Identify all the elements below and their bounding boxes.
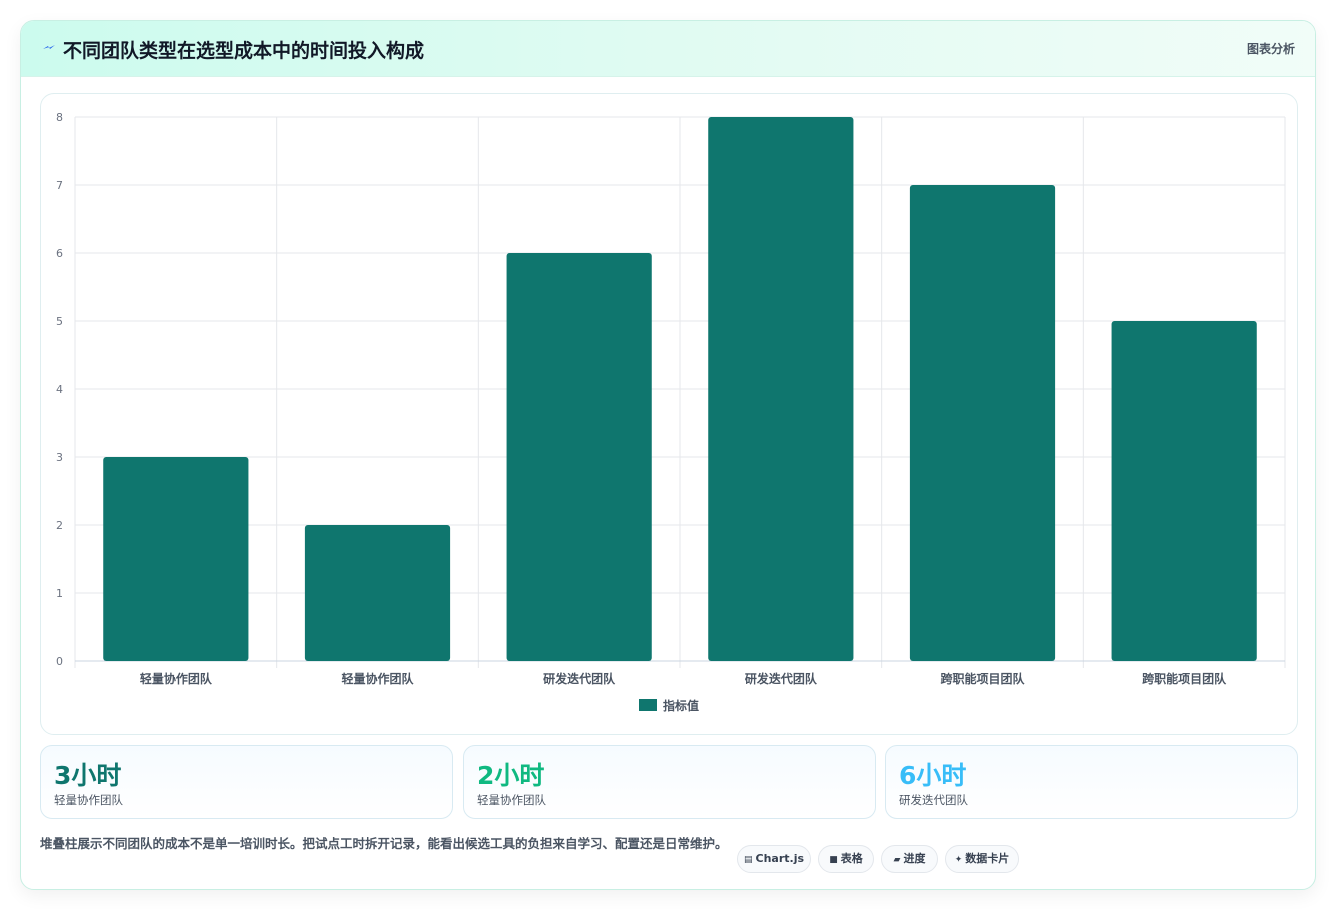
tag-label: 数据卡片 [965, 852, 1010, 865]
chart-description: 堆叠柱展示不同团队的成本不是单一培训时长。把试点工时拆开记录，能看出候选工具的负… [40, 836, 728, 851]
bar [103, 457, 249, 661]
tag-label: Chart.js [755, 852, 805, 865]
progress-icon: ▰ [893, 855, 901, 865]
lightning-icon [43, 45, 55, 49]
chart-analysis-link[interactable]: 图表分析 [1247, 40, 1295, 57]
tag-chartjs[interactable]: ▤ Chart.js [737, 845, 811, 873]
chart-panel: 0 1 2 3 4 5 6 7 8 轻量协作团队 轻量协作团队 研发迭代团队 研发迭代团队 跨职能项目团队… [40, 93, 1298, 735]
y-tick-label: 1 [56, 587, 63, 600]
y-tick-label: 6 [56, 247, 63, 260]
y-tick-label: 4 [56, 383, 63, 396]
stat-card-2: 2小时 轻量协作团队 [463, 745, 876, 819]
stat-value: 6小时 [899, 761, 967, 790]
bar [708, 117, 854, 661]
stat-label: 轻量协作团队 [477, 793, 546, 807]
bar [304, 525, 451, 661]
bar [1111, 321, 1257, 661]
x-tick-label: 轻量协作团队 [140, 671, 213, 686]
y-tick-label: 7 [56, 179, 63, 192]
x-tick-label: 跨职能项目团队 [1142, 671, 1227, 686]
y-tick-label: 0 [56, 655, 63, 668]
y-tick-label: 5 [56, 315, 63, 328]
card-header: 不同团队类型在选型成本中的时间投入构成 图表分析 [21, 21, 1315, 77]
bar [909, 185, 1056, 661]
stat-label: 研发迭代团队 [899, 793, 968, 807]
legend-swatch [639, 699, 657, 711]
tag-progress[interactable]: ▰ 进度 [881, 845, 938, 873]
y-tick-label: 3 [56, 451, 63, 464]
chart-title: 不同团队类型在选型成本中的时间投入构成 [63, 40, 425, 62]
chart-card: 不同团队类型在选型成本中的时间投入构成 图表分析 0 1 2 3 4 5 6 7 8 轻量协作团队… [20, 20, 1316, 890]
y-tick-label: 8 [56, 111, 63, 124]
stat-value: 2小时 [477, 761, 545, 790]
stat-label: 轻量协作团队 [54, 793, 123, 807]
x-tick-label: 跨职能项目团队 [940, 671, 1025, 686]
tag-label: 表格 [840, 852, 863, 865]
x-tick-label: 轻量协作团队 [341, 671, 414, 686]
stat-card-1: 3小时 轻量协作团队 [40, 745, 453, 819]
tag-table[interactable]: ■ 表格 [818, 845, 874, 873]
legend-label: 指标值 [663, 698, 699, 713]
stat-value: 3小时 [54, 761, 122, 790]
x-tick-label: 研发迭代团队 [745, 671, 818, 686]
bar-chart: 0 1 2 3 4 5 6 7 8 轻量协作团队 轻量协作团队 研发迭代团队 研发迭代团队 跨职能项目团队… [56, 111, 1286, 713]
tag-data-card[interactable]: ✦ 数据卡片 [945, 845, 1019, 873]
y-tick-label: 2 [56, 519, 63, 532]
x-tick-label: 研发迭代团队 [543, 671, 616, 686]
chart-icon: ▤ [743, 855, 753, 865]
tag-label: 进度 [903, 852, 926, 865]
table-icon: ■ [829, 855, 838, 865]
bar [506, 253, 652, 661]
sparkle-icon: ✦ [954, 855, 963, 865]
stat-card-3: 6小时 研发迭代团队 [885, 745, 1298, 819]
